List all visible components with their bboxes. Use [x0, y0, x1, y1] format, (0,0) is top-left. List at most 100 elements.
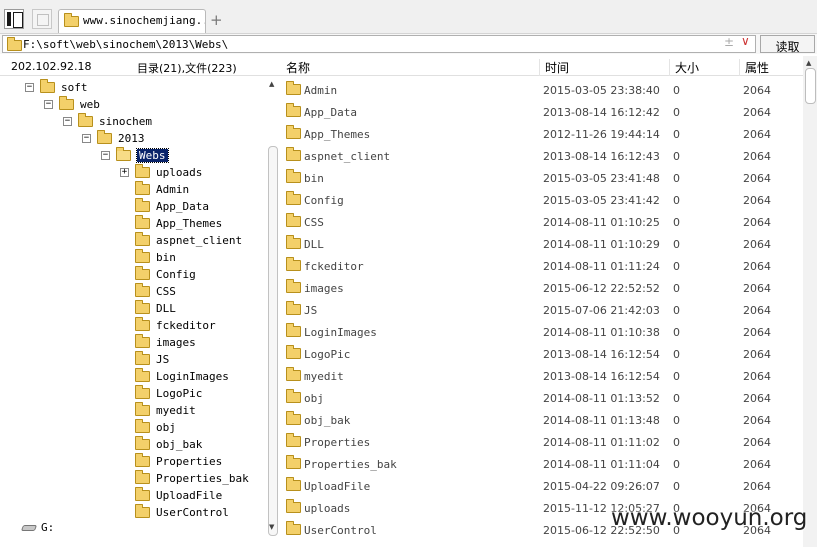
scroll-up-icon[interactable]: ▲: [806, 59, 811, 67]
file-row[interactable]: App_Data 2013-08-14 16:12:42 0 2064: [281, 100, 803, 122]
file-time: 2015-06-12 22:52:52: [543, 282, 660, 295]
blank-page-icon[interactable]: [32, 9, 52, 29]
scroll-up-icon[interactable]: ▲: [269, 80, 274, 88]
active-tab[interactable]: www.sinochemjiang...: [58, 9, 206, 33]
file-attr: 2064: [743, 238, 771, 251]
file-row[interactable]: UploadFile 2015-04-22 09:26:07 0 2064: [281, 474, 803, 496]
path-input[interactable]: F:\soft\web\sinochem\2013\Webs\: [2, 35, 756, 53]
col-name[interactable]: 名称: [281, 59, 310, 76]
file-time: 2015-03-05 23:41:42: [543, 194, 660, 207]
sidebar-toggle-icon[interactable]: [4, 9, 24, 29]
tab-title: www.sinochemjiang...: [83, 14, 206, 27]
folder-icon: [135, 232, 150, 246]
folder-icon: [40, 79, 55, 93]
file-size: 0: [673, 436, 680, 449]
file-attr: 2064: [743, 348, 771, 361]
col-attr[interactable]: 属性: [739, 59, 769, 76]
plus-minus-icon[interactable]: ±: [724, 35, 734, 49]
folder-icon: [64, 13, 79, 27]
file-row[interactable]: Admin 2015-03-05 23:38:40 0 2064: [281, 78, 803, 100]
folder-icon: [97, 130, 112, 144]
file-attr: 2064: [743, 150, 771, 163]
tree-label: Properties_bak: [156, 472, 249, 485]
drive-icon: [20, 525, 38, 531]
folder-icon: [286, 125, 301, 139]
file-row[interactable]: Properties 2014-08-11 01:11:02 0 2064: [281, 430, 803, 452]
column-header: 名称 时间 大小 属性: [281, 56, 817, 76]
scroll-thumb[interactable]: [268, 146, 278, 536]
file-attr: 2064: [743, 194, 771, 207]
scroll-thumb[interactable]: [805, 68, 816, 104]
list-scrollbar[interactable]: ▲: [803, 56, 817, 547]
file-row[interactable]: bin 2015-03-05 23:41:48 0 2064: [281, 166, 803, 188]
info-bar: 202.102.92.18 目录(21),文件(223): [0, 56, 281, 76]
file-attr: 2064: [743, 106, 771, 119]
file-time: 2014-08-11 01:11:02: [543, 436, 660, 449]
file-attr: 2064: [743, 304, 771, 317]
chevron-down-icon[interactable]: ∨: [741, 34, 750, 48]
tree-label: obj: [156, 421, 176, 434]
file-row[interactable]: JS 2015-07-06 21:42:03 0 2064: [281, 298, 803, 320]
folder-icon: [286, 323, 301, 337]
item-counts: 目录(21),文件(223): [137, 62, 237, 75]
collapse-icon[interactable]: −: [63, 117, 72, 126]
tree-label: Properties: [156, 455, 223, 468]
tree-label: myedit: [156, 404, 196, 417]
file-row[interactable]: aspnet_client 2013-08-14 16:12:43 0 2064: [281, 144, 803, 166]
tree-scrollbar[interactable]: ▲ ▼: [267, 78, 279, 536]
file-attr: 2064: [743, 282, 771, 295]
file-row[interactable]: Properties_bak 2014-08-11 01:11:04 0 2064: [281, 452, 803, 474]
expand-icon[interactable]: +: [120, 168, 129, 177]
file-name: images: [304, 282, 344, 295]
folder-icon: [286, 213, 301, 227]
file-size: 0: [673, 304, 680, 317]
file-name: UserControl: [304, 524, 377, 537]
file-size: 0: [673, 458, 680, 471]
tree-label: Config: [156, 268, 196, 281]
folder-icon: [286, 455, 301, 469]
file-row[interactable]: LogoPic 2013-08-14 16:12:54 0 2064: [281, 342, 803, 364]
file-attr: 2064: [743, 414, 771, 427]
file-row[interactable]: images 2015-06-12 22:52:52 0 2064: [281, 276, 803, 298]
read-button[interactable]: 读取: [760, 35, 815, 54]
folder-icon: [135, 283, 150, 297]
file-row[interactable]: obj 2014-08-11 01:13:52 0 2064: [281, 386, 803, 408]
new-tab-icon[interactable]: +: [210, 11, 223, 29]
collapse-icon[interactable]: −: [82, 134, 91, 143]
file-row[interactable]: CSS 2014-08-11 01:10:25 0 2064: [281, 210, 803, 232]
folder-icon: [135, 198, 150, 212]
col-size[interactable]: 大小: [669, 59, 699, 76]
file-row[interactable]: Config 2015-03-05 23:41:42 0 2064: [281, 188, 803, 210]
folder-icon: [135, 453, 150, 467]
file-name: Admin: [304, 84, 338, 97]
tree-label: JS: [156, 353, 170, 366]
file-size: 0: [673, 238, 680, 251]
folder-icon: [286, 521, 301, 535]
file-row[interactable]: App_Themes 2012-11-26 19:44:14 0 2064: [281, 122, 803, 144]
file-time: 2013-08-14 16:12:42: [543, 106, 660, 119]
scroll-down-icon[interactable]: ▼: [269, 523, 274, 531]
collapse-icon[interactable]: −: [44, 100, 53, 109]
drive-node[interactable]: G:: [20, 521, 80, 535]
file-size: 0: [673, 282, 680, 295]
file-name: obj_bak: [304, 414, 351, 427]
folder-icon: [286, 257, 301, 271]
file-size: 0: [673, 128, 680, 141]
file-row[interactable]: fckeditor 2014-08-11 01:11:24 0 2064: [281, 254, 803, 276]
file-row[interactable]: LoginImages 2014-08-11 01:10:38 0 2064: [281, 320, 803, 342]
file-attr: 2064: [743, 326, 771, 339]
tree-label: images: [156, 336, 196, 349]
file-size: 0: [673, 414, 680, 427]
folder-icon: [135, 215, 150, 229]
file-row[interactable]: myedit 2013-08-14 16:12:54 0 2064: [281, 364, 803, 386]
file-time: 2013-08-14 16:12:54: [543, 348, 660, 361]
file-attr: 2064: [743, 392, 771, 405]
col-time[interactable]: 时间: [539, 59, 569, 76]
file-row[interactable]: obj_bak 2014-08-11 01:13:48 0 2064: [281, 408, 803, 430]
tree-label: uploads: [156, 166, 203, 179]
folder-icon: [135, 504, 150, 518]
collapse-icon[interactable]: −: [101, 151, 110, 160]
file-row[interactable]: DLL 2014-08-11 01:10:29 0 2064: [281, 232, 803, 254]
collapse-icon[interactable]: −: [25, 83, 34, 92]
file-name: aspnet_client: [304, 150, 391, 163]
